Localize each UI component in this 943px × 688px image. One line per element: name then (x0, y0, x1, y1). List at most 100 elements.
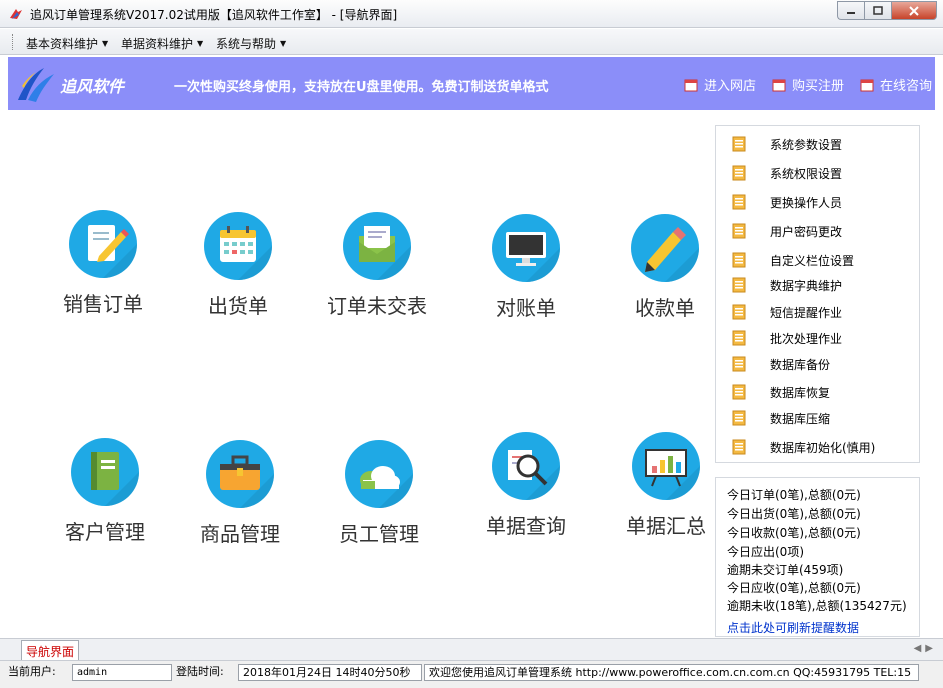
tile-shipment[interactable]: 出货单 (173, 212, 303, 319)
reminder-panel: 今日订单(0笔),总额(0元) 今日出货(0笔),总额(0元) 今日收款(0笔)… (715, 477, 920, 637)
document-icon (732, 136, 746, 152)
func-data-dictionary[interactable]: 数据字典维护 (730, 275, 842, 295)
func-system-params[interactable]: 系统参数设置 (730, 134, 842, 154)
func-label: 数据字典维护 (770, 278, 843, 293)
tab-scroll-arrows-icon[interactable]: ◀▶ (914, 643, 937, 654)
status-welcome: 欢迎您使用追风订单管理系统 http://www.poweroffice.com… (424, 664, 919, 681)
func-db-compress[interactable]: 数据库压缩 (730, 408, 830, 428)
dropdown-arrow-icon: ▼ (280, 39, 287, 48)
dropdown-arrow-icon: ▼ (197, 39, 204, 48)
link-online-consult[interactable]: 在线咨询 (860, 75, 932, 94)
status-bar: 当前用户: admin 登陆时间: 2018年01月24日 14时40分50秒 … (0, 660, 943, 688)
maximize-button[interactable] (864, 1, 891, 20)
tile-sales-order[interactable]: 销售订单 (38, 210, 168, 317)
document-icon (732, 304, 746, 320)
minimize-button[interactable] (837, 1, 864, 20)
menu-bar: 基本资料维护 ▼ 单据资料维护 ▼ 系统与帮助 ▼ (0, 29, 943, 55)
document-icon (732, 165, 746, 181)
func-db-restore[interactable]: 数据库恢复 (730, 382, 830, 402)
logo-text: 追风软件 (60, 77, 125, 96)
func-change-operator[interactable]: 更换操作人员 (730, 192, 842, 212)
reminder-line: 今日应收(0笔),总额(0元) (727, 581, 861, 595)
menu-system-help[interactable]: 系统与帮助 ▼ (216, 35, 286, 52)
close-icon (909, 5, 919, 16)
func-label: 数据库初始化(慎用) (770, 440, 876, 455)
tile-customer-management[interactable]: 客户管理 (40, 438, 170, 545)
func-db-initialize[interactable]: 数据库初始化(慎用) (730, 437, 875, 457)
link-label: 购买注册 (792, 79, 845, 94)
banner-slogan: 一次性购买终身使用，支持放在U盘里使用。免费订制送货单格式 (174, 80, 549, 95)
window-controls (837, 1, 937, 20)
maximize-icon (873, 6, 883, 15)
func-batch-processing[interactable]: 批次处理作业 (730, 328, 842, 348)
link-label: 在线咨询 (880, 79, 933, 94)
func-custom-fields[interactable]: 自定义栏位设置 (730, 250, 854, 270)
func-sms-reminder[interactable]: 短信提醒作业 (730, 302, 842, 322)
title-bar: 追风订单管理系统V2017.02试用版【追风软件工作室】 - [导航界面] (0, 0, 943, 28)
tile-label: 销售订单 (63, 292, 143, 316)
tile-document-query[interactable]: 单据查询 (461, 432, 591, 539)
tab-navigation[interactable]: 导航界面 (21, 640, 80, 661)
magnifier-icon (492, 432, 560, 500)
func-label: 批次处理作业 (770, 331, 843, 346)
monitor-icon (492, 214, 560, 282)
tile-label: 客户管理 (65, 520, 145, 544)
calendar-small-icon (860, 79, 874, 91)
status-user-label: 当前用户: (8, 665, 56, 678)
tile-undelivered-report[interactable]: 订单未交表 (312, 212, 442, 319)
app-icon (10, 9, 22, 19)
func-system-permissions[interactable]: 系统权限设置 (730, 163, 842, 183)
func-label: 数据库备份 (770, 357, 831, 372)
tile-label: 单据汇总 (626, 514, 706, 538)
close-button[interactable] (891, 1, 937, 20)
func-label: 用户密码更改 (770, 224, 843, 239)
refresh-reminders-link[interactable]: 点击此处可刷新提醒数据 (727, 619, 859, 636)
link-label: 进入网店 (704, 79, 757, 94)
tile-label: 对账单 (496, 296, 556, 320)
company-logo (18, 68, 54, 102)
document-icon (732, 252, 746, 268)
document-icon (732, 330, 746, 346)
document-icon (732, 410, 746, 426)
tile-product-management[interactable]: 商品管理 (175, 440, 305, 547)
document-icon (732, 277, 746, 293)
tile-document-summary[interactable]: 单据汇总 (601, 432, 712, 539)
tile-statement[interactable]: 对账单 (461, 214, 591, 321)
tile-label: 单据查询 (486, 514, 566, 538)
func-change-password[interactable]: 用户密码更改 (730, 221, 842, 241)
document-icon (732, 223, 746, 239)
menu-document-data[interactable]: 单据资料维护 ▼ (121, 35, 203, 52)
document-icon (732, 356, 746, 372)
tab-strip: 导航界面 ◀▶ (0, 638, 943, 661)
link-enter-shop[interactable]: 进入网店 (684, 75, 756, 94)
tile-label: 员工管理 (339, 522, 419, 546)
pencil-notepad-icon (69, 210, 137, 278)
calendar-small-icon (684, 79, 698, 91)
func-label: 系统权限设置 (770, 166, 843, 181)
header-banner: 追风软件 一次性购买终身使用，支持放在U盘里使用。免费订制送货单格式 进入网店 … (8, 57, 935, 110)
tile-employee-management[interactable]: 员工管理 (314, 440, 444, 547)
reminder-line: 今日出货(0笔),总额(0元) (727, 507, 861, 521)
envelope-icon (343, 212, 411, 280)
status-user-value: admin (72, 664, 172, 681)
calendar-small-icon (772, 79, 786, 91)
calendar-icon (204, 212, 272, 280)
func-label: 数据库恢复 (770, 385, 831, 400)
tile-receipt[interactable]: 收款单 (600, 214, 712, 321)
notebook-icon (71, 438, 139, 506)
menu-label: 单据资料维护 (121, 37, 194, 51)
menu-label: 系统与帮助 (216, 37, 277, 51)
menu-basic-data[interactable]: 基本资料维护 ▼ (26, 35, 108, 52)
presentation-chart-icon (632, 432, 700, 500)
func-label: 自定义栏位设置 (770, 253, 855, 268)
tile-label: 出货单 (208, 294, 268, 318)
status-login-value: 2018年01月24日 14时40分50秒 (238, 664, 422, 681)
reminder-line: 今日应出(0项) (727, 545, 804, 559)
link-buy-register[interactable]: 购买注册 (772, 75, 844, 94)
func-db-backup[interactable]: 数据库备份 (730, 354, 830, 374)
func-label: 数据库压缩 (770, 411, 831, 426)
tile-label: 收款单 (635, 296, 695, 320)
minimize-icon (847, 11, 855, 14)
menu-label: 基本资料维护 (26, 37, 99, 51)
func-label: 更换操作人员 (770, 195, 843, 210)
